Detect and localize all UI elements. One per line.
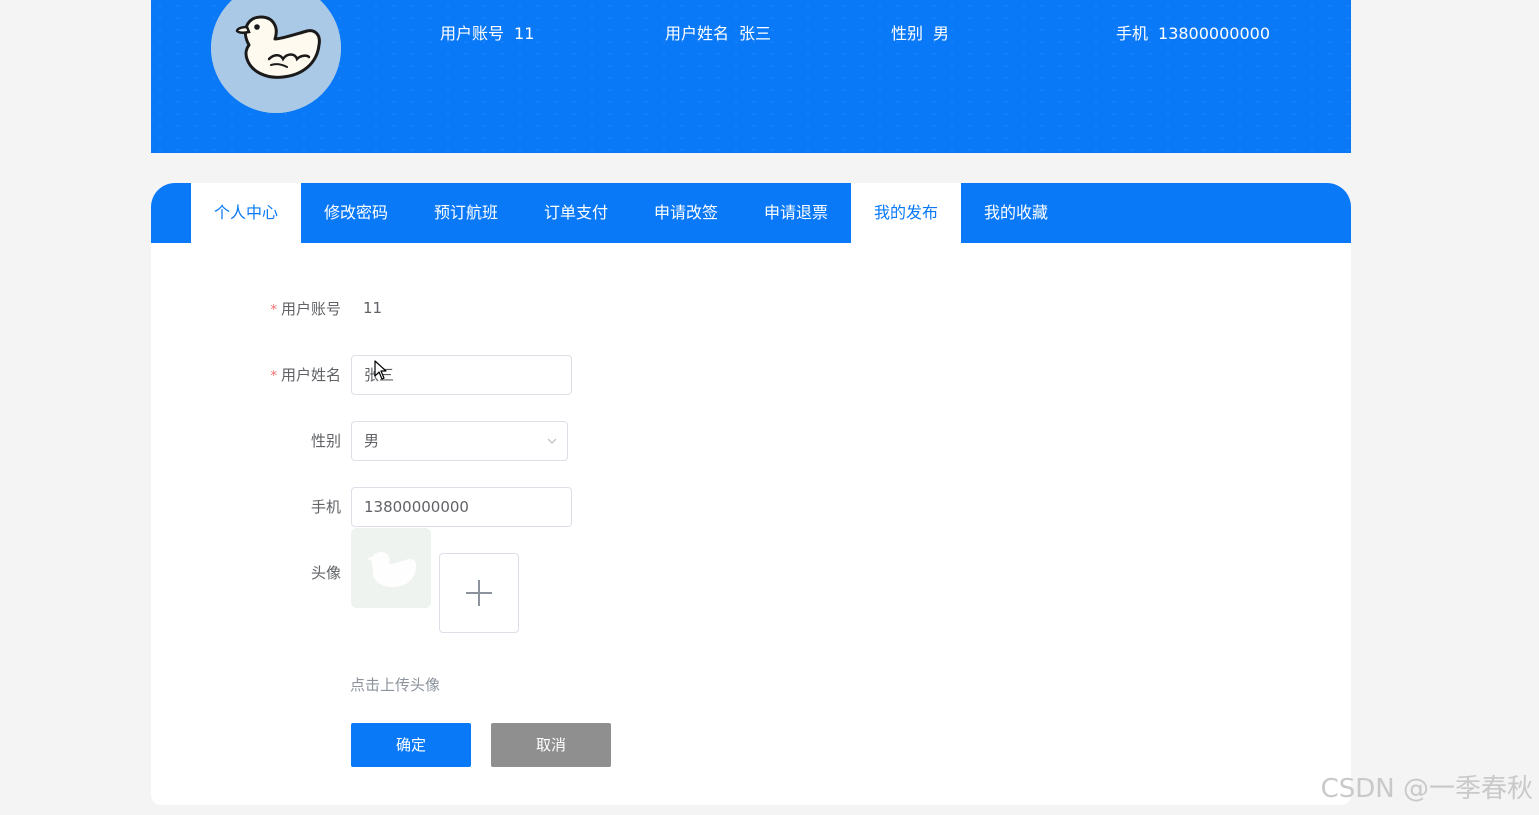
duck-avatar-icon — [211, 0, 341, 113]
page: 用户账号 11 用户姓名 张三 性别男 手机 13800000000 个人中心 修改密… — [0, 0, 1539, 815]
required-mark: * — [270, 303, 277, 318]
name-label: * 用户姓名 — [151, 365, 341, 387]
chevron-down-icon — [547, 438, 557, 444]
header-phone-label: 手机 — [1116, 24, 1149, 43]
phone-label: 手机 — [310, 498, 341, 516]
cancel-button[interactable]: 取消 — [491, 723, 611, 767]
plus-icon — [466, 580, 492, 606]
account-label: * 用户账号 — [151, 299, 341, 321]
confirm-button[interactable]: 确定 — [351, 723, 471, 767]
header-phone: 手机 13800000000 — [1116, 24, 1270, 44]
tab-apply-refund[interactable]: 申请退票 — [741, 183, 851, 243]
header-gender-label: 性别 — [891, 24, 924, 43]
account-value: 11 — [363, 299, 383, 317]
gender-select-value: 男 — [364, 432, 380, 450]
avatar-preview-image — [351, 528, 431, 608]
header-gender: 性别男 — [891, 24, 949, 44]
header-name-value: 张三 — [739, 24, 772, 43]
mouse-cursor-icon — [374, 360, 387, 380]
tab-my-posts[interactable]: 我的发布 — [851, 183, 961, 243]
header-gender-value: 男 — [933, 24, 950, 43]
header-name: 用户姓名 张三 — [665, 24, 771, 44]
watermark: CSDN @一季春秋 — [1320, 774, 1533, 804]
name-label-text: 用户姓名 — [280, 366, 341, 384]
account-label-text: 用户账号 — [280, 300, 341, 318]
phone-input[interactable]: 13800000000 — [351, 487, 572, 527]
tab-change-password[interactable]: 修改密码 — [301, 183, 411, 243]
header-name-label: 用户姓名 — [665, 24, 730, 43]
profile-form: * 用户账号 11 * 用户姓名 张三 性别 男 手机 13800000000 头像 — [151, 243, 1351, 805]
tab-book-flight[interactable]: 预订航班 — [411, 183, 521, 243]
header-account-value: 11 — [514, 24, 535, 43]
tab-bar: 个人中心 修改密码 预订航班 订单支付 申请改签 申请退票 我的发布 我的收藏 — [151, 183, 1351, 243]
gender-label: 性别 — [310, 432, 341, 450]
avatar-label: 头像 — [310, 564, 341, 582]
header-account: 用户账号 11 — [440, 24, 534, 44]
tab-order-payment[interactable]: 订单支付 — [521, 183, 631, 243]
upload-avatar-button[interactable] — [439, 553, 519, 633]
gender-select[interactable]: 男 — [351, 421, 568, 461]
tab-my-favorites[interactable]: 我的收藏 — [961, 183, 1071, 243]
tab-apply-change[interactable]: 申请改签 — [631, 183, 741, 243]
header-phone-value: 13800000000 — [1158, 24, 1270, 43]
required-mark: * — [270, 369, 277, 384]
profile-banner: 用户账号 11 用户姓名 张三 性别男 手机 13800000000 — [151, 0, 1351, 153]
header-account-label: 用户账号 — [440, 24, 505, 43]
tab-personal-center[interactable]: 个人中心 — [191, 183, 301, 243]
upload-hint: 点击上传头像 — [350, 676, 441, 694]
